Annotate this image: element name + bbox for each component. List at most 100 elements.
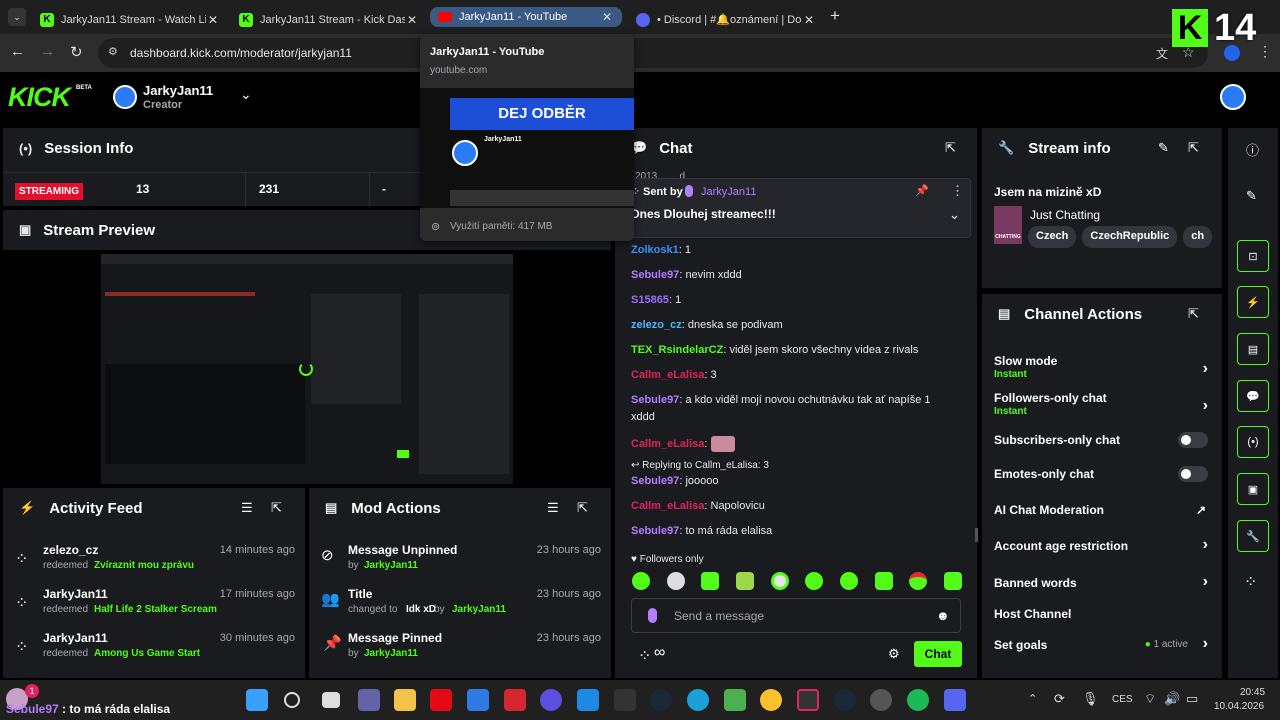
chevron-down-icon[interactable]: ⌄ [949, 207, 960, 223]
search-icon[interactable] [284, 692, 300, 708]
microphone-icon[interactable]: 🎙 [1082, 691, 1099, 707]
file-explorer-icon[interactable] [394, 689, 416, 711]
action-host-channel[interactable]: Host Channel [994, 607, 1208, 625]
chat-username[interactable]: TEX_RsindelarCZ [631, 344, 723, 356]
info-icon[interactable]: ⓘ [1246, 140, 1259, 159]
kick-icon[interactable]: ⁘ [1244, 572, 1257, 592]
tab-kick-dashboard[interactable]: K JarkyJan11 Stream - Kick Dashb ✕ [231, 5, 427, 34]
back-icon[interactable]: ← [10, 43, 25, 60]
chat-username[interactable]: Zolkosk1 [631, 244, 679, 256]
subscribers-only-toggle[interactable] [1178, 432, 1208, 448]
volume-icon[interactable]: 🔊 [1164, 691, 1180, 707]
url-text[interactable]: dashboard.kick.com/moderator/jarkyjan11 [130, 46, 352, 60]
tab-close-icon[interactable]: ✕ [600, 10, 614, 24]
action-subscribers-only[interactable]: Subscribers-only chat [994, 432, 1208, 451]
emote-icon[interactable] [943, 572, 962, 590]
chat-username[interactable]: Sebule97 [631, 525, 679, 537]
forward-icon[interactable]: → [40, 43, 55, 60]
clock-date[interactable]: 10.04.2026 [1214, 701, 1264, 712]
panel-scrollbar[interactable] [975, 528, 978, 542]
tab-close-icon[interactable]: ✕ [405, 13, 419, 27]
edit-pencil-icon[interactable]: ✎ [1158, 140, 1169, 156]
chat-username[interactable]: Callm_eLalisa [631, 438, 704, 450]
action-emotes-only[interactable]: Emotes-only chat [994, 466, 1208, 485]
start-icon[interactable] [246, 689, 268, 711]
steam-icon[interactable] [834, 689, 856, 711]
store-icon[interactable] [467, 689, 489, 711]
action-slow-mode[interactable]: Slow mode Instant › [994, 354, 1208, 382]
screenshot-icon[interactable]: ⊡ [1237, 240, 1269, 272]
teams-icon[interactable] [358, 689, 380, 711]
tag[interactable]: CzechRepublic [1082, 226, 1178, 248]
infinity-icon[interactable]: ∞ [654, 644, 665, 662]
popout-icon[interactable]: ⇱ [1188, 306, 1199, 322]
emote-icon[interactable] [805, 572, 824, 590]
tab-search-button[interactable]: ⌄ [8, 8, 26, 26]
chrome-icon[interactable] [760, 689, 782, 711]
reload-icon[interactable]: ↻ [70, 43, 83, 61]
app-icon[interactable] [870, 689, 892, 711]
action-set-goals[interactable]: Set goals ● 1 active › [994, 635, 1208, 656]
send-chat-button[interactable]: Chat [914, 641, 962, 667]
netflix-icon[interactable] [430, 689, 452, 711]
user-avatar[interactable] [1220, 84, 1246, 110]
emote-icon[interactable] [909, 572, 928, 590]
kick-icon[interactable]: ⁘ [638, 646, 651, 666]
bolt-icon[interactable]: ⚡ [1237, 286, 1269, 318]
tag[interactable]: ch [1183, 226, 1213, 248]
tray-app-icon[interactable]: ⟳ [1054, 691, 1065, 707]
filter-icon[interactable]: ☰ [547, 500, 559, 516]
emote-icon[interactable] [874, 572, 893, 590]
popout-icon[interactable]: ⇱ [577, 500, 588, 516]
video-icon[interactable]: ▣ [1237, 473, 1269, 505]
chat-username[interactable]: zelezo_cz [631, 319, 682, 331]
app-icon[interactable] [540, 689, 562, 711]
input-language[interactable]: CES [1112, 694, 1133, 705]
action-ai-moderation[interactable]: AI Chat Moderation ↗ [994, 503, 1208, 521]
emote-icon[interactable] [735, 572, 754, 590]
kick-logo[interactable]: KICK [8, 82, 71, 113]
tray-chevron-icon[interactable]: ⌃ [1028, 692, 1037, 705]
app-icon[interactable] [577, 689, 599, 711]
site-info-icon[interactable]: ⚙ [108, 45, 118, 58]
pin-icon[interactable]: 📌 [915, 184, 929, 197]
action-banned-words[interactable]: Banned words › [994, 573, 1208, 594]
menu-icon[interactable]: ⋮ [1258, 43, 1272, 60]
emoji-icon[interactable]: ☻ [936, 608, 950, 623]
wrench-icon[interactable]: 🔧 [1237, 520, 1269, 552]
emote-icon[interactable] [666, 572, 685, 590]
emote-icon[interactable] [839, 572, 858, 590]
channel-switch-chevron-icon[interactable]: ⌄ [240, 86, 252, 103]
new-tab-button[interactable]: + [830, 6, 840, 26]
battery-icon[interactable]: ▭ [1186, 691, 1198, 707]
discord-icon[interactable] [944, 689, 966, 711]
translate-icon[interactable]: 文 [1156, 45, 1168, 62]
emote-icon[interactable] [701, 572, 720, 590]
settings-gear-icon[interactable]: ⚙ [888, 646, 900, 662]
tab-discord[interactable]: • Discord | #🔔oznámení | Dod ✕ [628, 5, 824, 34]
more-icon[interactable]: ⋮ [951, 183, 964, 199]
channel-name[interactable]: JarkyJan11 [143, 83, 213, 98]
broadcast-icon[interactable]: (•) [1237, 426, 1269, 458]
mod-action-user[interactable]: JarkyJan11 [452, 604, 506, 615]
epic-games-icon[interactable] [614, 689, 636, 711]
chat-input[interactable]: Send a message ☻ [631, 598, 961, 633]
clock-time[interactable]: 20:45 [1240, 687, 1265, 698]
tab-kick-watch[interactable]: K JarkyJan11 Stream - Watch Live ✕ [32, 5, 228, 34]
app-l-icon[interactable] [504, 689, 526, 711]
spotify-icon[interactable] [907, 689, 929, 711]
pinned-message[interactable]: ⁘ Sent by JarkyJan11 📌 ⋮ Dnes Dlouhej st… [622, 178, 971, 238]
popout-icon[interactable]: ⇱ [945, 140, 956, 156]
address-bar[interactable]: ⚙ dashboard.kick.com/moderator/jarkyjan1… [98, 38, 1208, 68]
task-view-icon[interactable] [322, 692, 340, 708]
edge-icon[interactable] [687, 689, 709, 711]
category-name[interactable]: Just Chatting [1030, 208, 1100, 222]
tab-close-icon[interactable]: ✕ [802, 13, 816, 27]
reply-context[interactable]: ↩ Replying to Callm_eLalisa: 3 [631, 460, 769, 471]
action-account-age[interactable]: Account age restriction › [994, 536, 1208, 557]
popout-icon[interactable]: ⇱ [271, 500, 282, 516]
emote-icon[interactable] [770, 572, 789, 590]
chat-username[interactable]: Sebule97 [631, 475, 679, 487]
chat-username[interactable]: S15865 [631, 294, 669, 306]
tag[interactable]: Czech [1028, 226, 1077, 248]
